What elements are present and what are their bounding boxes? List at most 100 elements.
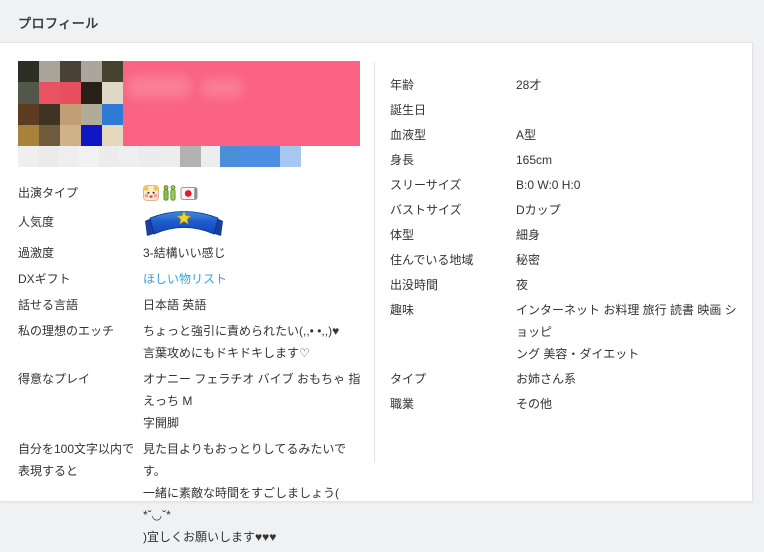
strip-cell (280, 146, 301, 167)
mosaic-cell (39, 103, 60, 125)
strip-cell (160, 146, 180, 167)
strip-cell (78, 146, 99, 167)
field-label: 趣味 (390, 303, 415, 317)
field-value: 28才 (516, 78, 542, 92)
field-value: 秘密 (516, 253, 541, 267)
mosaic-cell (102, 82, 123, 104)
mosaic-cell (18, 124, 39, 146)
censor-highlight-patch (127, 75, 191, 99)
field-row-popularity: 人気度 (18, 208, 364, 238)
field-row-three-sizes: スリーサイズ B:0 W:0 H:0 (390, 174, 742, 196)
field-label: バストサイズ (390, 203, 462, 217)
field-value: 夜 (516, 278, 529, 292)
field-row-dx-gift: DXギフト ほしい物リスト (18, 268, 364, 290)
field-label: 職業 (390, 397, 415, 411)
right-field-list: 年齢 28才 誕生日 血液型 A型 身長 165cm スリーサイズ B:0 W:… (390, 74, 742, 418)
mosaic-cell (81, 103, 102, 125)
field-label: 出没時間 (390, 278, 439, 292)
pair-icon (163, 185, 176, 201)
field-label: 体型 (390, 228, 415, 242)
mosaic-cell (18, 103, 39, 125)
appearance-type-icons (143, 182, 364, 204)
field-row-bust-size: バストサイズ Dカップ (390, 199, 742, 221)
strip-cell (220, 146, 241, 167)
field-value: 見た目よりもおっとりしてるみたいです。 一緒に素敵な時間をすごしましょう( *ˇ… (143, 442, 347, 544)
field-label: 自分を100文字以内で 表現すると (18, 442, 135, 478)
field-row-self-description: 自分を100文字以内で 表現すると 見た目よりもおっとりしてるみたいです。 一緒… (18, 438, 364, 548)
strip-cell (38, 146, 58, 167)
field-label: 私の理想のエッチ (18, 324, 115, 338)
field-label: 出演タイプ (18, 186, 79, 200)
field-value: B:0 W:0 H:0 (516, 178, 581, 192)
field-label: 身長 (390, 153, 415, 167)
censored-info-strip (18, 146, 301, 167)
field-row-occupation: 職業 その他 (390, 393, 742, 415)
girl-face-icon (143, 185, 159, 201)
field-row-birthday: 誕生日 (390, 99, 742, 121)
field-row-height: 身長 165cm (390, 149, 742, 171)
field-label: 年齢 (390, 78, 415, 92)
field-value (516, 99, 742, 121)
japan-flag-icon (180, 186, 198, 200)
page-title: プロフィール (18, 16, 99, 31)
field-label: スリーサイズ (390, 178, 462, 192)
mosaic-cell (18, 61, 39, 83)
mosaic-cell (102, 61, 123, 83)
mosaic-cell (81, 124, 102, 146)
field-label: DXギフト (18, 272, 71, 286)
mosaic-cell (60, 103, 81, 125)
left-field-list: 出演タイプ 人気度 過激度 3-結構いい感じ DXギフト ほしい物リスト 話せる… (18, 182, 364, 552)
field-value: 165cm (516, 153, 553, 167)
profile-card: 出演タイプ 人気度 過激度 3-結構いい感じ DXギフト ほしい物リスト 話せる… (0, 42, 753, 544)
mosaic-cell (60, 124, 81, 146)
field-label: 過激度 (18, 246, 55, 260)
strip-cell (99, 146, 119, 167)
mosaic-cell (60, 61, 81, 83)
field-label: タイプ (390, 372, 427, 386)
mosaic-cell (39, 124, 60, 146)
mosaic-cell (60, 82, 81, 104)
mosaic-cell (81, 61, 102, 83)
strip-cell (139, 146, 160, 167)
strip-cell (58, 146, 78, 167)
field-value: インターネット お料理 旅行 読書 映画 ショッピ ング 美容・ダイエット (516, 303, 737, 361)
mosaic-cell (81, 82, 102, 104)
field-value: ちょっと強引に責められたい(,,• •,,)♥ 言葉攻めにもドキドキします♡ (143, 324, 340, 360)
wishlist-link[interactable]: ほしい物リスト (143, 272, 227, 286)
popularity-value (143, 208, 364, 238)
field-row-age: 年齢 28才 (390, 74, 742, 96)
column-divider (374, 63, 375, 463)
field-value: 日本語 英語 (143, 298, 207, 312)
field-row-languages: 話せる言語 日本語 英語 (18, 294, 364, 316)
field-label: 住んでいる地域 (390, 253, 474, 267)
field-value: お姉さん系 (516, 372, 577, 386)
mosaic-cell (39, 61, 60, 83)
field-row-active-time: 出没時間 夜 (390, 274, 742, 296)
censor-highlight-patch (201, 78, 243, 98)
field-row-hobbies: 趣味 インターネット お料理 旅行 読書 映画 ショッピ ング 美容・ダイエット (390, 299, 742, 365)
field-value: 3-結構いい感じ (143, 246, 226, 260)
field-row-favorite-play: 得意なプレイ オナニー フェラチオ バイブ おもちゃ 指えっち M 字開脚 (18, 368, 364, 434)
field-value: オナニー フェラチオ バイブ おもちゃ 指えっち M 字開脚 (143, 372, 361, 430)
field-value: A型 (516, 128, 537, 142)
field-value: Dカップ (516, 203, 561, 217)
mosaic-cell (102, 124, 123, 146)
field-label: 血液型 (390, 128, 427, 142)
strip-cell (119, 146, 139, 167)
field-row-appearance-type: 出演タイプ (18, 182, 364, 204)
popularity-ribbon (145, 210, 223, 236)
field-value: 細身 (516, 228, 541, 242)
field-row-type: タイプ お姉さん系 (390, 368, 742, 390)
field-row-region: 住んでいる地域 秘密 (390, 249, 742, 271)
field-row-extremeness: 過激度 3-結構いい感じ (18, 242, 364, 264)
strip-cell (180, 146, 201, 167)
field-row-body-type: 体型 細身 (390, 224, 742, 246)
mosaic-cell (18, 82, 39, 104)
strip-cell (18, 146, 38, 167)
field-label: 話せる言語 (18, 298, 79, 312)
mosaic-cell (102, 103, 123, 125)
field-value: その他 (516, 397, 553, 411)
field-row-ideal-play: 私の理想のエッチ ちょっと強引に責められたい(,,• •,,)♥ 言葉攻めにもド… (18, 320, 364, 364)
field-label: 誕生日 (390, 103, 427, 117)
strip-cell (241, 146, 280, 167)
